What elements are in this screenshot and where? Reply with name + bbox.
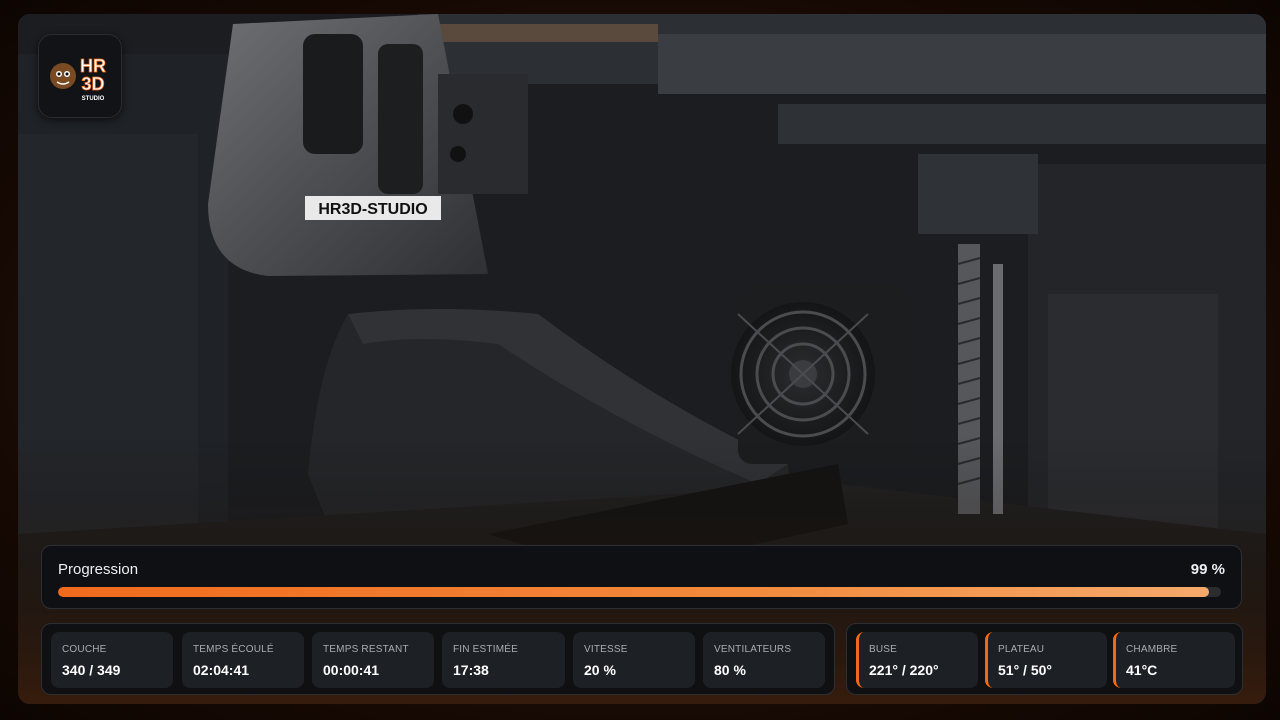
logo-text-bottom: 3D <box>81 74 104 94</box>
temp-value: 41°C <box>1126 662 1158 678</box>
stat-remaining-time: TEMPS RESTANT 00:00:41 <box>312 632 434 688</box>
stat-speed: VITESSE 20 % <box>573 632 695 688</box>
progress-bar-fill <box>58 587 1210 597</box>
stat-label: COUCHE <box>62 644 107 655</box>
stat-estimated-end: FIN ESTIMÉE 17:38 <box>442 632 565 688</box>
stat-label: TEMPS RESTANT <box>323 644 409 655</box>
temperature-panel: BUSE 221° / 220° PLATEAU 51° / 50° CHAMB… <box>846 623 1243 695</box>
printhead-label: HR3D-STUDIO <box>318 201 427 218</box>
stat-label: FIN ESTIMÉE <box>453 644 518 655</box>
temp-bed: PLATEAU 51° / 50° <box>985 632 1107 688</box>
temp-label: PLATEAU <box>998 644 1045 655</box>
stat-value: 20 % <box>584 662 616 678</box>
logo-text-top: HR <box>80 56 106 76</box>
temp-label: CHAMBRE <box>1126 644 1178 655</box>
studio-logo-icon: HR 3D STUDIO <box>50 56 106 102</box>
progress-bar <box>58 587 1221 597</box>
stat-value: 17:38 <box>453 662 489 678</box>
stat-value: 00:00:41 <box>323 662 380 678</box>
stat-label: VITESSE <box>584 644 628 655</box>
studio-logo: HR 3D STUDIO <box>38 34 122 118</box>
stat-label: TEMPS ÉCOULÉ <box>193 644 274 655</box>
app-frame: HR3D-STUDIO HR 3D STUDIO Progression 99 … <box>0 0 1280 720</box>
temp-nozzle: BUSE 221° / 220° <box>856 632 978 688</box>
print-stats-panel: COUCHE 340 / 349 TEMPS ÉCOULÉ 02:04:41 T… <box>41 623 835 695</box>
temp-label: BUSE <box>869 644 898 655</box>
stat-value: 80 % <box>714 662 746 678</box>
temp-value: 221° / 220° <box>869 662 939 678</box>
stat-value: 02:04:41 <box>193 662 250 678</box>
stat-label: VENTILATEURS <box>714 644 792 655</box>
stat-layer: COUCHE 340 / 349 <box>51 632 173 688</box>
stat-elapsed-time: TEMPS ÉCOULÉ 02:04:41 <box>182 632 304 688</box>
stat-fans: VENTILATEURS 80 % <box>703 632 825 688</box>
progress-label: Progression <box>58 561 139 578</box>
stat-value: 340 / 349 <box>62 662 121 678</box>
progress-panel: Progression 99 % <box>41 545 1242 609</box>
progress-percent: 99 % <box>1190 561 1225 578</box>
logo-text-sub: STUDIO <box>82 96 105 102</box>
temp-chamber: CHAMBRE 41°C <box>1113 632 1235 688</box>
temp-value: 51° / 50° <box>998 662 1053 678</box>
